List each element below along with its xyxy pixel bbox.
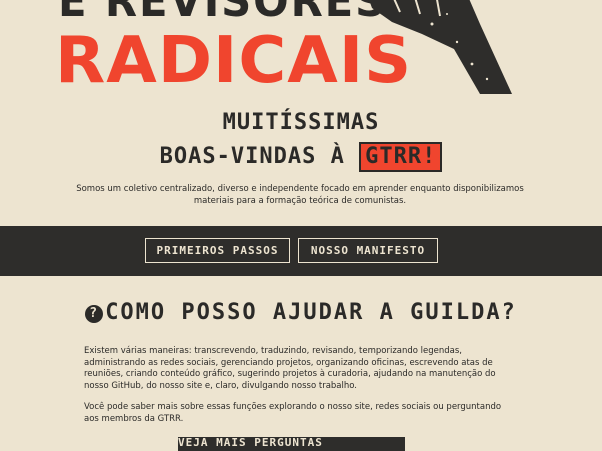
raised-fist-illustration <box>369 0 512 94</box>
help-section-title: ? COMO POSSO AJUDAR A GUILDA? <box>0 300 602 325</box>
welcome-heading-line2: BOAS-VINDAS À GTRR! <box>0 142 602 172</box>
hero-title-line2: RADICAIS <box>55 24 413 98</box>
faq-button[interactable]: VEJA MAIS PERGUNTAS FREQUENTES <box>178 436 405 451</box>
welcome-heading-line1: MUITÍSSIMAS <box>222 110 380 135</box>
hero-section: E REVISORES RADICAIS MUITÍSSIMAS BOAS-VI… <box>0 0 602 226</box>
gtrr-highlight-badge: GTRR! <box>359 142 443 172</box>
hero-title-line1: E REVISORES <box>58 0 388 27</box>
welcome-heading-prefix: BOAS-VINDAS À <box>159 144 360 169</box>
first-steps-button[interactable]: PRIMEIROS PASSOS <box>145 238 290 263</box>
help-paragraph-ways: Existem várias maneiras: transcrevendo, … <box>84 346 496 391</box>
help-paragraph-more-info: Você pode saber mais sobre essas funções… <box>84 402 502 424</box>
help-title-text: COMO POSSO AJUDAR A GUILDA? <box>105 300 517 325</box>
intro-text: Somos um coletivo centralizado, diverso … <box>76 184 524 206</box>
manifesto-button[interactable]: NOSSO MANIFESTO <box>298 238 438 263</box>
navigation-bar: PRIMEIROS PASSOS NOSSO MANIFESTO <box>0 226 602 276</box>
question-icon: ? <box>85 305 104 323</box>
